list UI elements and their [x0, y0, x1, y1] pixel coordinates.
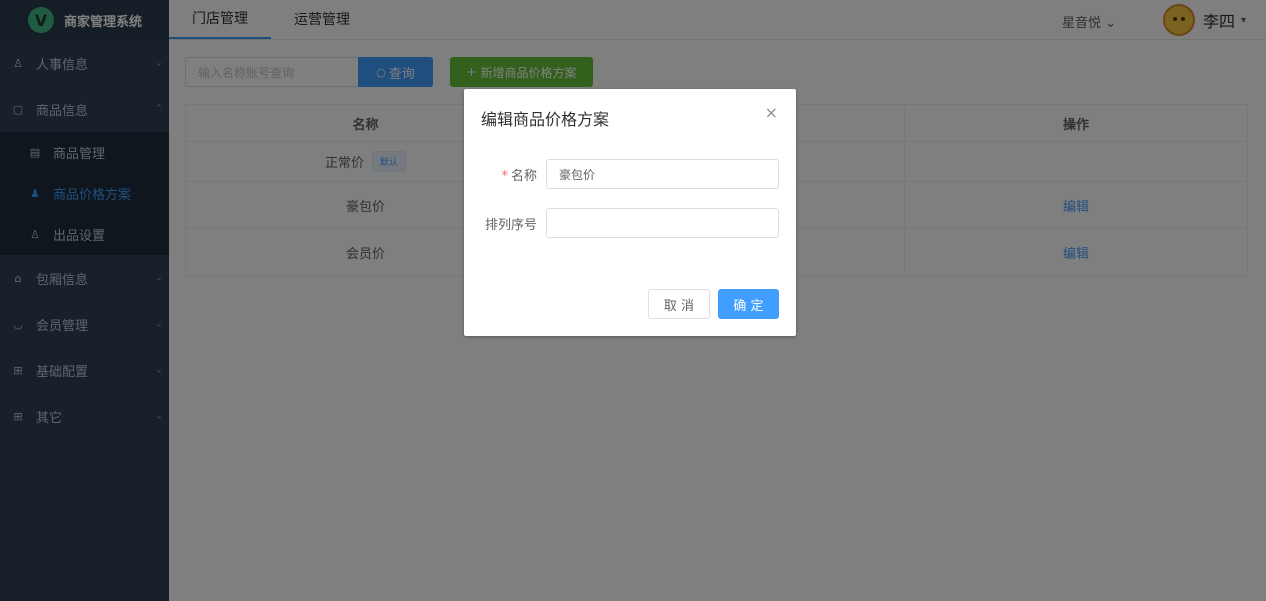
- close-icon[interactable]: ×: [765, 103, 778, 122]
- name-field[interactable]: 豪包价: [546, 159, 779, 189]
- name-form-row: * 名称 豪包价: [464, 159, 779, 189]
- edit-price-plan-dialog: 编辑商品价格方案 × * 名称 豪包价 排列序号 取 消 确 定: [464, 89, 796, 336]
- confirm-button[interactable]: 确 定: [718, 289, 779, 319]
- dialog-title: 编辑商品价格方案: [481, 110, 610, 129]
- required-mark: *: [501, 168, 508, 184]
- name-label: * 名称: [464, 165, 546, 184]
- name-label-text: 名称: [510, 168, 537, 184]
- order-form-row: 排列序号: [464, 208, 779, 238]
- order-label: 排列序号: [484, 217, 537, 233]
- cancel-button[interactable]: 取 消: [648, 289, 710, 319]
- order-field[interactable]: [546, 208, 779, 238]
